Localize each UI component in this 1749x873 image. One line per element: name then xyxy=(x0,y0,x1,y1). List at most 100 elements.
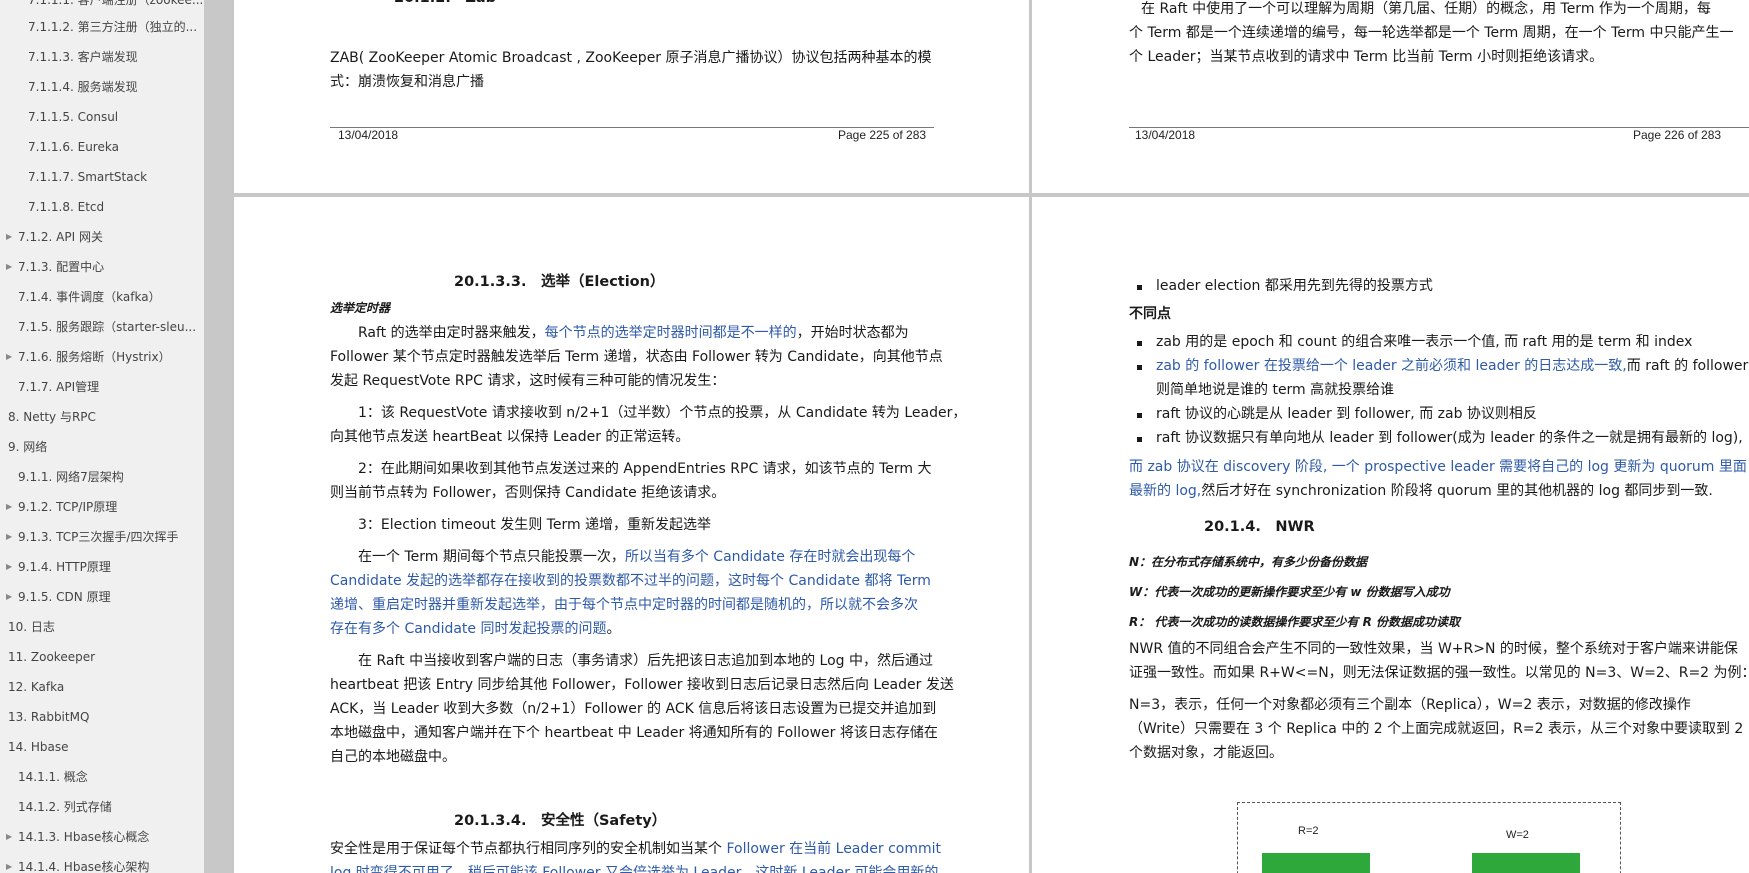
diff-follower-vote-line1: zab 的 follower 在投票给一个 leader 之前必须和 leade… xyxy=(1156,358,1749,374)
expand-arrow-icon[interactable]: ▶ xyxy=(6,859,12,873)
toc-item[interactable]: 7.1.1.3. 客户端发现 xyxy=(28,49,138,65)
section-heading-nwr: 20.1.4. NWR xyxy=(1204,519,1315,535)
toc-item[interactable]: 14.1.2. 列式存储 xyxy=(18,799,112,815)
election-paragraph-line3: 发起 RequestVote RPC 请求，这时候有三种可能的情况发生： xyxy=(330,373,726,389)
nwr-paragraph-line1: NWR 值的不同组合会产生不同的一致性效果，当 W+R>N 的时候，整个系统对于… xyxy=(1129,641,1738,657)
toc-item[interactable]: 11. Zookeeper xyxy=(8,649,95,665)
nwr-n-definition: N：在分布式存储系统中，有多少份备份数据 xyxy=(1129,555,1368,569)
toc-item[interactable]: 10. 日志 xyxy=(8,619,55,635)
footer-page-number: Page 225 of 283 xyxy=(838,128,927,142)
toc-item[interactable]: 7.1.1.7. SmartStack xyxy=(28,169,147,185)
toc-item[interactable]: 7.1.2. API 网关 xyxy=(18,229,103,245)
expand-arrow-icon[interactable]: ▶ xyxy=(6,229,12,245)
toc-item[interactable]: 7.1.3. 配置中心 xyxy=(18,259,104,275)
vote-paragraph-line1: 在一个 Term 期间每个节点只能投票一次，所以当有多个 Candidate 存… xyxy=(358,549,916,565)
nwr-r-definition: R： 代表一次成功的读数据操作要求至少有 R 份数据成功读取 xyxy=(1129,615,1461,629)
expand-arrow-icon[interactable]: ▶ xyxy=(6,559,12,575)
nwr-example-line1: N=3，表示，任何一个对象都必须有三个副本（Replica），W=2 表示，对数… xyxy=(1129,697,1691,713)
election-paragraph-line2: Follower 某个节点定时器触发选举后 Term 递增，状态由 Follow… xyxy=(330,349,943,365)
vote-paragraph-line3: 递增、重启定时器并重新发起选举，由于每个节点中定时器的时间都是随机的，所以就不会… xyxy=(330,597,918,613)
nwr-paragraph-line2: 证强一致性。而如果 R+W<=N，则无法保证数据的强一致性。以常见的 N=3、W… xyxy=(1129,665,1749,681)
log-paragraph-line3: ACK，当 Leader 收到大多数（n/2+1）Follower 的 ACK … xyxy=(330,701,937,717)
case1-line1: 1：该 RequestVote 请求接收到 n/2+1（过半数）个节点的投票，从… xyxy=(358,405,967,421)
page-226: 在 Raft 中使用了一个可以理解为周期（第几届、任期）的概念，用 Term 作… xyxy=(1032,0,1749,193)
diagram-label-r: R=2 xyxy=(1298,825,1319,837)
same-point-election: leader election 都采用先到先得的投票方式 xyxy=(1156,278,1433,294)
toc-item[interactable]: 9.1.4. HTTP原理 xyxy=(18,559,111,575)
toc-item[interactable]: 8. Netty 与RPC xyxy=(8,409,96,425)
term-paragraph-line1: 在 Raft 中使用了一个可以理解为周期（第几届、任期）的概念，用 Term 作… xyxy=(1141,1,1711,17)
bullet-icon xyxy=(1137,365,1142,370)
document-viewer: 20.1.2. Zab ZAB( ZooKeeper Atomic Broadc… xyxy=(232,0,1749,873)
toc-item[interactable]: 9. 网络 xyxy=(8,439,47,455)
diff-epoch-term: zab 用的是 epoch 和 count 的组合来唯一表示一个值, 而 raf… xyxy=(1156,334,1693,350)
page-225: 20.1.2. Zab ZAB( ZooKeeper Atomic Broadc… xyxy=(234,0,1029,193)
toc-item[interactable]: 14.1.4. Hbase核心架构 xyxy=(18,859,149,873)
expand-arrow-icon[interactable]: ▶ xyxy=(6,499,12,515)
safety-paragraph-line1: 安全性是用于保证每个节点都执行相同序列的安全机制如当某个 Follower 在当… xyxy=(330,841,942,857)
toc-item[interactable]: 12. Kafka xyxy=(8,679,64,695)
zab-discovery-line2: 最新的 log,然后才好在 synchronization 阶段将 quorum… xyxy=(1129,483,1713,499)
bullet-icon xyxy=(1137,413,1142,418)
toc-item[interactable]: 7.1.1.5. Consul xyxy=(28,109,118,125)
expand-arrow-icon[interactable]: ▶ xyxy=(6,829,12,845)
toc-item[interactable]: 7.1.7. API管理 xyxy=(18,379,99,395)
toc-item[interactable]: 9.1.2. TCP/IP原理 xyxy=(18,499,117,515)
expand-arrow-icon[interactable]: ▶ xyxy=(6,259,12,275)
sidebar-scrollbar[interactable] xyxy=(204,0,232,873)
election-paragraph-line1: Raft 的选举由定时器来触发，每个节点的选举定时器时间都是不一样的，开始时状态… xyxy=(358,325,909,341)
toc-item[interactable]: 7.1.1.6. Eureka xyxy=(28,139,119,155)
subheading-election-timer: 选举定时器 xyxy=(330,301,391,315)
toc-item[interactable]: 9.1.3. TCP三次握手/四次挥手 xyxy=(18,529,178,545)
diff-data-direction: raft 协议数据只有单向地从 leader 到 follower(成为 lea… xyxy=(1156,430,1743,446)
footer-page-number: Page 226 of 283 xyxy=(1633,128,1722,142)
zab-paragraph-line2: 式：崩溃恢复和消息广播 xyxy=(330,74,484,90)
log-paragraph-line1: 在 Raft 中当接收到客户端的日志（事务请求）后先把该日志追加到本地的 Log… xyxy=(358,653,933,669)
toc-item[interactable]: 9.1.1. 网络7层架构 xyxy=(18,469,124,485)
bullet-icon xyxy=(1137,285,1142,290)
footer-date: 13/04/2018 xyxy=(338,128,399,142)
toc-item[interactable]: 14. Hbase xyxy=(8,739,69,755)
expand-arrow-icon[interactable]: ▶ xyxy=(6,589,12,605)
diff-heading: 不同点 xyxy=(1129,306,1171,322)
zab-paragraph-line1: ZAB( ZooKeeper Atomic Broadcast , ZooKee… xyxy=(330,50,932,66)
toc-item[interactable]: 7.1.1.2. 第三方注册（独立的... xyxy=(28,19,197,35)
case3-line1: 3：Election timeout 发生则 Term 递增，重新发起选举 xyxy=(358,517,712,533)
toc-item[interactable]: 9.1.5. CDN 原理 xyxy=(18,589,111,605)
log-paragraph-line2: heartbeat 把该 Entry 同步给其他 Follower，Follow… xyxy=(330,677,954,693)
toc-item[interactable]: 14.1.1. 概念 xyxy=(18,769,88,785)
diff-heartbeat: raft 协议的心跳是从 leader 到 follower, 而 zab 协议… xyxy=(1156,406,1537,422)
toc-item[interactable]: 7.1.5. 服务跟踪（starter-sleu... xyxy=(18,319,196,335)
case1-line2: 向其他节点发送 heartBeat 以保持 Leader 的正常运转。 xyxy=(330,429,690,445)
footer-date: 13/04/2018 xyxy=(1135,128,1196,142)
toc-item[interactable]: 7.1.4. 事件调度（kafka） xyxy=(18,289,161,305)
vote-paragraph-line4: 存在有多个 Candidate 同时发起投票的问题。 xyxy=(330,621,621,637)
toc-item[interactable]: 7.1.1.8. Etcd xyxy=(28,199,104,215)
nwr-w-definition: W：代表一次成功的更新操作要求至少有 w 份数据写入成功 xyxy=(1129,585,1450,599)
bullet-icon xyxy=(1137,341,1142,346)
diagram-label-w: W=2 xyxy=(1506,829,1529,841)
term-paragraph-line3: 个 Leader；当某节点收到的请求中 Term 比当前 Term 小时则拒绝该… xyxy=(1129,49,1604,65)
toc-item-cut[interactable]: 7.1.1.1. 客户端注册（zookee... xyxy=(28,0,203,8)
log-paragraph-line4: 本地磁盘中，通知客户端并在下个 heartbeat 中 Leader 将通知所有… xyxy=(330,725,938,741)
log-paragraph-line5: 自己的本地磁盘中。 xyxy=(330,749,456,765)
toc-item[interactable]: 13. RabbitMQ xyxy=(8,709,89,725)
diff-follower-vote-line2: 则简单地说是谁的 term 高就投票给谁 xyxy=(1156,382,1395,398)
cut-heading: 20.1.2. Zab xyxy=(394,0,496,10)
diagram-read-node xyxy=(1262,853,1370,873)
expand-arrow-icon[interactable]: ▶ xyxy=(6,349,12,365)
term-paragraph-line2: 个 Term 都是一个连续递增的编号，每一轮选举都是一个 Term 周期，在一个… xyxy=(1129,25,1734,41)
expand-arrow-icon[interactable]: ▶ xyxy=(6,529,12,545)
nwr-diagram: R=2 W=2 xyxy=(1237,802,1621,873)
toc-item[interactable]: 7.1.6. 服务熔断（Hystrix） xyxy=(18,349,171,365)
section-heading-election: 20.1.3.3. 选举（Election） xyxy=(454,274,665,290)
nwr-example-line2: （Write）只需要在 3 个 Replica 中的 2 个上面完成就返回，R=… xyxy=(1129,721,1744,737)
toc-item[interactable]: 7.1.1.4. 服务端发现 xyxy=(28,79,138,95)
toc-item[interactable]: 14.1.3. Hbase核心概念 xyxy=(18,829,149,845)
zab-discovery-line1: 而 zab 协议在 discovery 阶段, 一个 prospective l… xyxy=(1129,459,1747,475)
bullet-icon xyxy=(1137,437,1142,442)
case2-line1: 2：在此期间如果收到其他节点发送过来的 AppendEntries RPC 请求… xyxy=(358,461,932,477)
page-227: 20.1.3.3. 选举（Election） 选举定时器 Raft 的选举由定时… xyxy=(234,197,1029,873)
safety-paragraph-line2: log 时变得不可用了，稍后可能该 Follower 又会倍选举为 Leader… xyxy=(330,865,939,873)
page-228: leader election 都采用先到先得的投票方式 不同点 zab 用的是… xyxy=(1032,197,1749,873)
